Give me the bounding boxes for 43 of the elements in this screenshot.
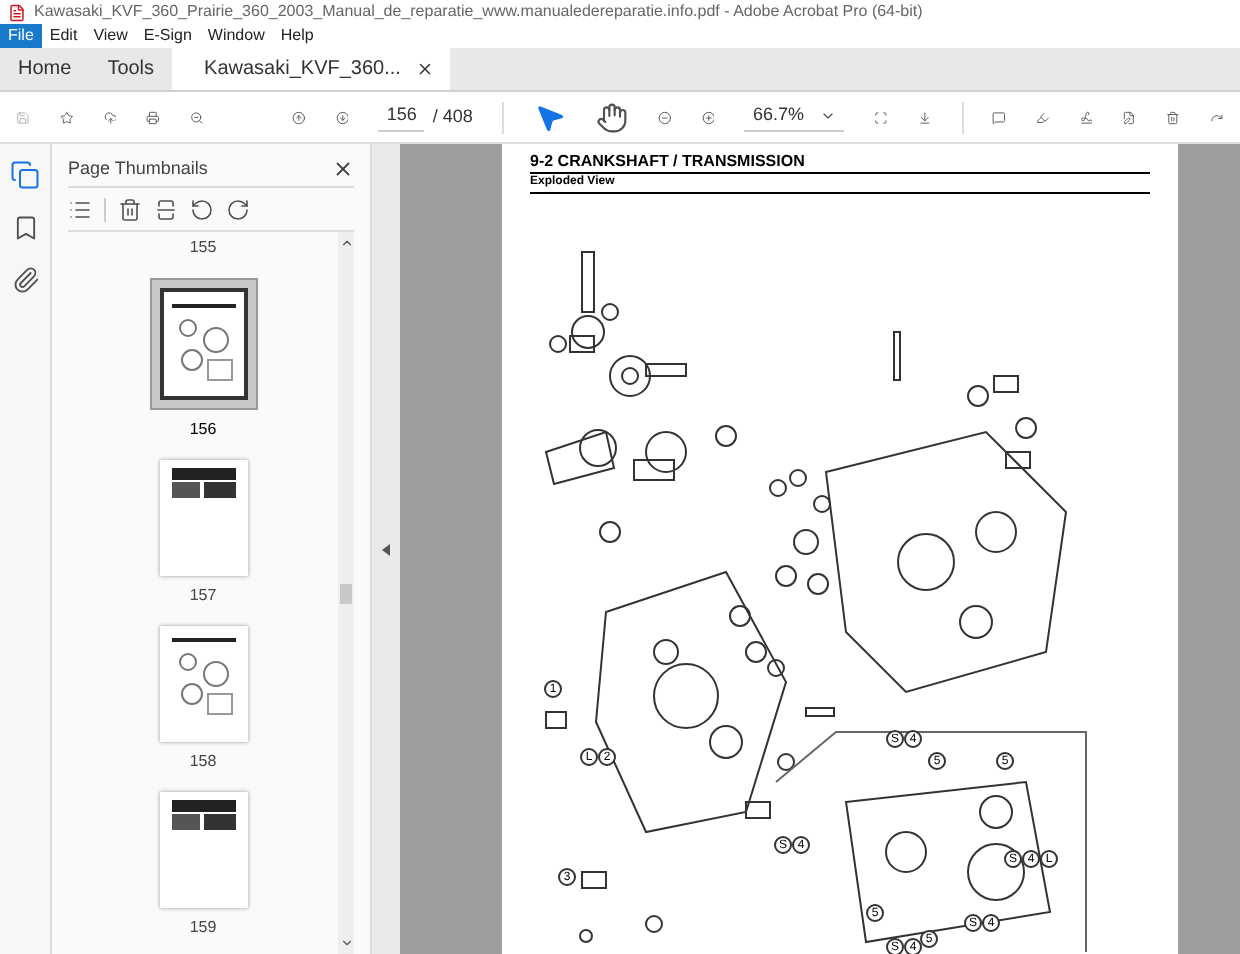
tab[interactable]: Tools [89,48,173,90]
menu-item[interactable]: E-Sign [135,24,200,48]
trash-icon[interactable] [118,197,142,221]
scroll-up-icon[interactable] [339,236,353,250]
menu-item[interactable]: Edit [41,24,86,48]
pdf-icon [8,3,26,21]
cursor-icon[interactable] [533,101,566,133]
page-thumbnail[interactable] [149,278,257,410]
scrollbar[interactable] [338,232,354,954]
page-number: 157 [189,584,217,608]
page-number[interactable]: 155 [189,236,217,260]
close-icon[interactable] [416,60,435,78]
page-number: 158 [189,750,217,774]
page-number-field[interactable]: 156 [378,102,425,132]
menu-item[interactable]: Window [199,24,273,48]
zoom-dropdown[interactable]: 66.7% [744,102,844,132]
page-number: 156 [189,418,217,442]
menu-item[interactable]: File [0,24,42,48]
page-count: / 408 [432,103,473,130]
page-thumbnail-drawing [171,468,235,498]
page-heading: 9-2 CRANKSHAFT / TRANSMISSION [530,152,1150,174]
menu-item[interactable]: View [85,24,136,48]
page-thumbnail[interactable] [159,792,247,908]
page-number: 159 [189,916,217,940]
scrollbar-thumb[interactable] [340,583,352,603]
scroll-down-icon[interactable] [339,936,353,950]
tab[interactable]: Home [0,48,90,90]
hand-icon[interactable] [595,101,628,133]
bookmark-icon[interactable] [11,214,39,242]
tab[interactable]: Kawasaki_KVF_360... [172,48,451,90]
close-icon[interactable] [332,158,354,180]
menu-item[interactable]: Help [272,24,322,48]
rotate-left-icon[interactable] [190,197,214,221]
rotate-right-icon[interactable] [226,197,250,221]
split-page-icon[interactable] [154,197,178,221]
page-thumbnail[interactable] [159,626,247,742]
page-thumbnail[interactable] [159,460,247,576]
attachment-icon[interactable] [11,266,39,294]
window-title: Kawasaki_KVF_360_Prairie_360_2003_Manual_de_reparatie_www.manualedereparatie.info.pdf - Adobe Acrobat Pro (64-bit) [34,0,923,24]
page-thumbnails-icon[interactable] [10,160,40,190]
panel-title: Page Thumbnails [68,155,208,182]
page-thumbnail-drawing [171,800,235,830]
caret-icon [819,108,836,124]
